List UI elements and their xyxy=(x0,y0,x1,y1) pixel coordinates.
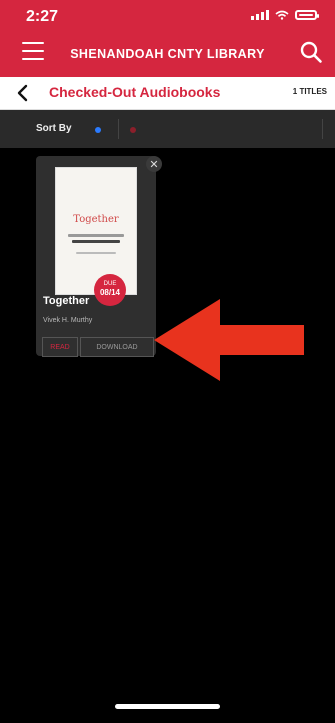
book-card[interactable]: ✕ Together DUE 08/14 Together Vivek H. M… xyxy=(36,156,162,357)
cover-title: Together xyxy=(73,214,119,225)
close-icon[interactable]: ✕ xyxy=(146,156,162,172)
chevron-left-icon[interactable] xyxy=(14,83,32,103)
cover-author-line xyxy=(76,252,116,254)
book-cover[interactable]: Together DUE 08/14 xyxy=(55,167,137,306)
due-date: 08/14 xyxy=(99,288,121,297)
divider xyxy=(322,119,323,139)
sort-option-dot-secondary[interactable] xyxy=(130,127,136,133)
read-button[interactable]: READ xyxy=(42,337,78,357)
home-indicator[interactable] xyxy=(115,704,220,709)
search-icon[interactable] xyxy=(299,40,323,64)
book-title: Together xyxy=(43,295,90,307)
sort-bar: Sort By xyxy=(0,110,335,148)
app-title: SHENANDOAH CNTY LIBRARY xyxy=(70,47,265,61)
book-author: Vivek H. Murthy xyxy=(43,317,93,324)
status-icons xyxy=(251,10,319,20)
battery-icon xyxy=(295,10,319,20)
cover-subtitle-line xyxy=(68,234,124,237)
sort-label: Sort By xyxy=(36,123,72,134)
divider xyxy=(118,119,119,139)
app-header: 2:27 SHENANDOAH CNTY LIBRARY xyxy=(0,0,335,77)
page-title: Checked-Out Audiobooks xyxy=(49,84,221,100)
due-badge-label: DUE xyxy=(103,281,117,287)
download-button[interactable]: DOWNLOAD xyxy=(80,337,154,357)
title-count: 1 TITLES xyxy=(292,87,327,96)
annotation-arrow-icon xyxy=(154,299,304,381)
page-subheader: Checked-Out Audiobooks 1 TITLES xyxy=(0,77,335,110)
due-badge: DUE 08/14 xyxy=(94,274,126,306)
sort-option-dot[interactable] xyxy=(95,127,101,133)
cover-subtitle-line xyxy=(72,240,120,243)
status-time: 2:27 xyxy=(26,8,59,25)
wifi-icon xyxy=(275,10,289,20)
signal-icon xyxy=(251,10,269,20)
